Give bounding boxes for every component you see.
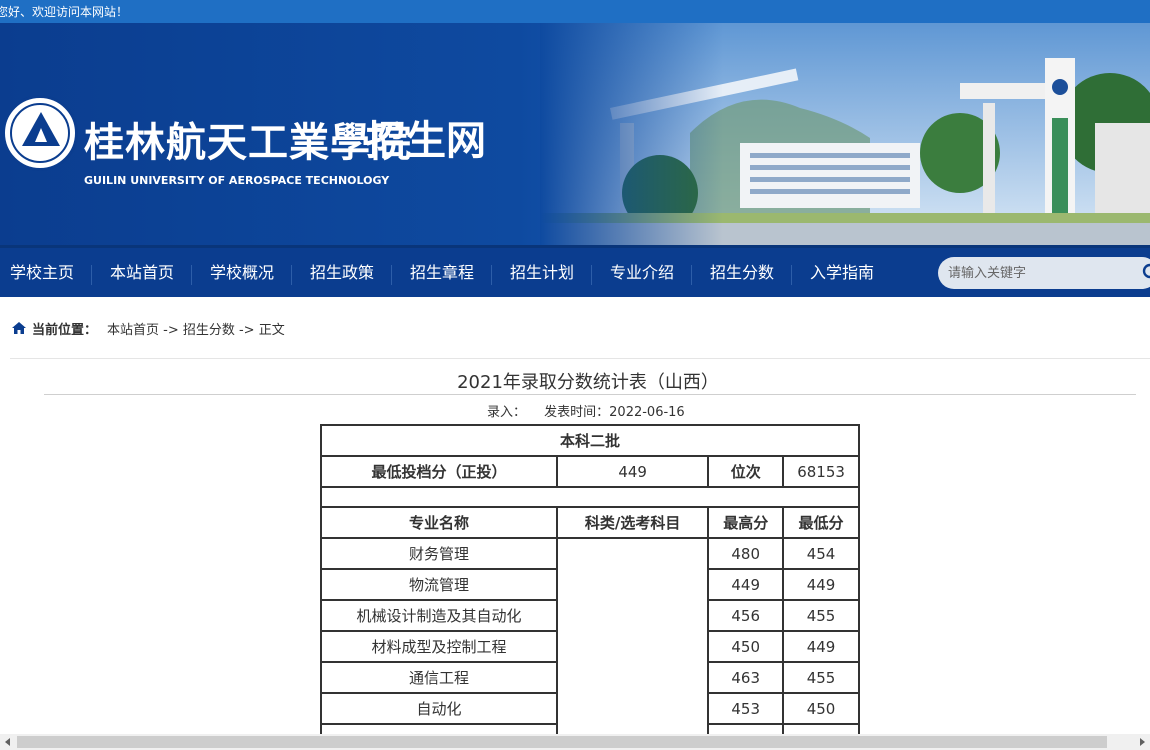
min-score: 450: [782, 692, 860, 725]
major-name: 机械设计制造及其自动化: [320, 599, 558, 632]
article-title: 2021年录取分数统计表（山西）: [457, 372, 719, 393]
min-score: 455: [782, 661, 860, 694]
nav-item-majors[interactable]: 专业介绍: [610, 248, 674, 297]
min-score-label: 最低投档分（正投）: [320, 455, 558, 488]
search-input[interactable]: [948, 263, 1128, 283]
min-score: 454: [782, 537, 860, 570]
horizontal-scrollbar[interactable]: [0, 734, 1150, 750]
article-meta: 录入： 发表时间：2022-06-16: [487, 401, 699, 420]
major-name: 财务管理: [320, 537, 558, 570]
nav-item-admission-rules[interactable]: 招生章程: [410, 248, 474, 297]
university-logo: [2, 95, 78, 171]
search-icon[interactable]: [1142, 263, 1150, 283]
table-row: 财务管理 480 454: [320, 537, 860, 750]
header-banner: 桂林航天工業學院 GUILIN UNIVERSITY OF AEROSPACE …: [0, 23, 1150, 245]
max-score: 463: [707, 661, 785, 694]
nav-divider: [191, 265, 192, 285]
max-score: 456: [707, 599, 785, 632]
welcome-text: 您好、欢迎访问本网站！: [0, 5, 129, 19]
nav-divider: [491, 265, 492, 285]
nav-item-school-overview[interactable]: 学校概况: [210, 248, 274, 297]
major-name: 材料成型及控制工程: [320, 630, 558, 663]
table-row: 本科二批: [320, 424, 860, 457]
table-row: 最低投档分（正投） 449 位次 68153: [320, 455, 860, 488]
nav-item-admission-plan[interactable]: 招生计划: [510, 248, 574, 297]
table-row: [320, 486, 860, 508]
batch-cell: 本科二批: [320, 424, 860, 457]
nav-item-school-home[interactable]: 学校主页: [10, 248, 74, 297]
nav-item-site-home[interactable]: 本站首页: [110, 248, 174, 297]
scroll-left-icon[interactable]: [0, 734, 16, 750]
subject-cell: [555, 537, 710, 750]
divider: [10, 358, 1150, 359]
nav-divider: [391, 265, 392, 285]
rank-label: 位次: [707, 455, 785, 488]
nav-item-admission-scores[interactable]: 招生分数: [710, 248, 774, 297]
nav-item-admission-policy[interactable]: 招生政策: [310, 248, 374, 297]
nav-divider: [291, 265, 292, 285]
header-max: 最高分: [707, 506, 785, 539]
nav-divider: [591, 265, 592, 285]
header-min: 最低分: [782, 506, 860, 539]
table-header-row: 专业名称 科类/选考科目 最高分 最低分: [320, 506, 860, 539]
university-name-en: GUILIN UNIVERSITY OF AEROSPACE TECHNOLOG…: [84, 174, 390, 187]
min-score: 449: [782, 630, 860, 663]
nav-divider: [791, 265, 792, 285]
campus-photo: [540, 23, 1150, 245]
max-score: 480: [707, 537, 785, 570]
author-label: 录入：: [487, 405, 527, 420]
nav-divider: [91, 265, 92, 285]
main-nav: 学校主页 本站首页 学校概况 招生政策 招生章程 招生计划 专业介绍 招生分数 …: [0, 245, 1150, 297]
major-name: 物流管理: [320, 568, 558, 601]
rank-value: 68153: [782, 455, 860, 488]
min-score-value: 449: [555, 455, 710, 488]
major-name: 通信工程: [320, 661, 558, 694]
header-subject: 科类/选考科目: [555, 506, 710, 539]
scrollbar-thumb[interactable]: [17, 736, 1107, 748]
header-major: 专业名称: [320, 506, 558, 539]
university-name-cn: 桂林航天工業學院: [84, 119, 412, 166]
divider: [44, 394, 1136, 395]
nav-item-enrollment-guide[interactable]: 入学指南: [810, 248, 874, 297]
score-table: 本科二批 最低投档分（正投） 449 位次 68153 专业名称 科类/选考科目…: [320, 424, 860, 750]
min-score: 449: [782, 568, 860, 601]
site-title: 招生网: [366, 117, 486, 164]
publish-date: 发表时间：2022-06-16: [544, 405, 685, 420]
spacer-cell: [320, 486, 860, 508]
max-score: 449: [707, 568, 785, 601]
breadcrumb-path[interactable]: 本站首页 -> 招生分数 -> 正文: [107, 319, 285, 338]
nav-divider: [691, 265, 692, 285]
home-icon: [12, 322, 26, 334]
max-score: 453: [707, 692, 785, 725]
scroll-right-icon[interactable]: [1134, 734, 1150, 750]
breadcrumb-label: 当前位置：: [32, 323, 98, 338]
max-score: 450: [707, 630, 785, 663]
search-box: [938, 257, 1150, 289]
major-name: 自动化: [320, 692, 558, 725]
min-score: 455: [782, 599, 860, 632]
top-bar: 您好、欢迎访问本网站！: [0, 0, 1150, 23]
